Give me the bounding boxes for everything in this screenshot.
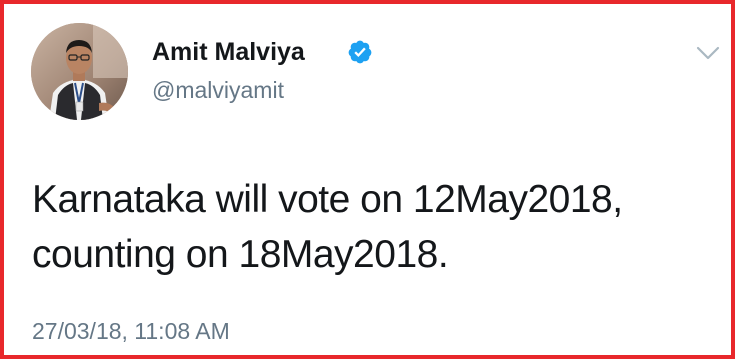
tweet-card: Amit Malviya @malviyamit Karnataka will … — [0, 0, 735, 359]
user-handle[interactable]: @malviyamit — [152, 76, 284, 104]
profile-photo-icon — [31, 23, 128, 120]
tweet-text-line: Karnataka will vote on 12May2018, — [32, 178, 623, 221]
display-name[interactable]: Amit Malviya — [152, 37, 305, 67]
tweet-text: Karnataka will vote on 12May2018, counti… — [32, 172, 712, 282]
tweet-text-line: counting on 18May2018. — [32, 233, 449, 276]
verified-badge-icon — [348, 40, 372, 64]
avatar[interactable] — [31, 23, 128, 120]
chevron-down-icon[interactable] — [695, 44, 721, 62]
tweet-timestamp[interactable]: 27/03/18, 11:08 AM — [32, 317, 230, 345]
